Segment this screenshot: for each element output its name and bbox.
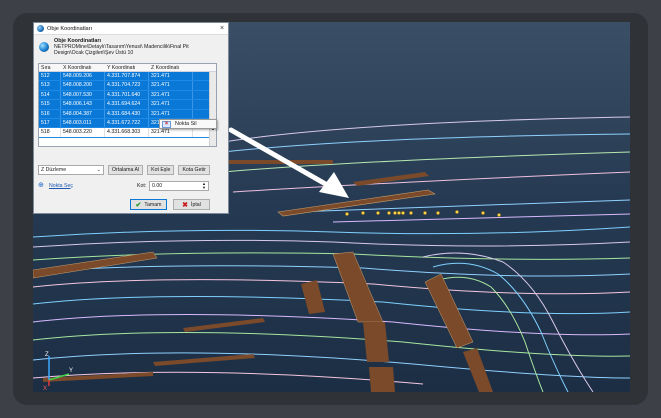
close-button[interactable]: ×: [216, 25, 228, 32]
cell-z: 321.471: [149, 128, 193, 137]
table-row[interactable]: 514 548.007.530 4.331.701.640 321.471: [39, 90, 216, 101]
pin-icon: ⊕: [38, 181, 44, 189]
cell-order: 513: [39, 81, 61, 90]
cancel-button[interactable]: ✖ İptal: [173, 199, 210, 210]
dialog-title: Obje Koordinatları: [47, 25, 93, 32]
column-header-z[interactable]: Z Koordinatı: [149, 64, 193, 71]
cell-order: 517: [39, 118, 61, 128]
column-header-order[interactable]: Sıra: [39, 64, 61, 71]
spinner-icon[interactable]: ▲ ▼: [202, 181, 206, 190]
axis-x-label: X: [43, 386, 47, 392]
app-icon: [37, 25, 44, 32]
cancel-icon: ✖: [182, 201, 189, 209]
cell-x: 548.003.220: [61, 128, 105, 137]
check-icon: ✔: [135, 201, 142, 209]
coordinates-table[interactable]: Sıra X Koordinatı Y Koordinatı Z Koordin…: [38, 63, 217, 147]
cell-y: 4.331.701.640: [105, 90, 149, 100]
controls-row-1: Z Düzleme ⌄ Ortalama Al Kot Eşle Kota Ge…: [38, 165, 228, 176]
cell-x: 548.006.143: [61, 100, 105, 109]
table-row[interactable]: 513 548.008.200 4.331.704.723 321.471: [39, 81, 216, 91]
cell-x: 548.009.206: [61, 72, 105, 81]
cell-y: 4.331.704.723: [105, 81, 149, 90]
table-header: Sıra X Koordinatı Y Koordinatı Z Koordin…: [39, 64, 216, 72]
plane-select[interactable]: Z Düzleme ⌄: [38, 165, 104, 175]
elevation-label: Kot:: [137, 182, 147, 189]
column-header-x[interactable]: X Koordinatı: [61, 64, 105, 71]
dialog-titlebar[interactable]: Obje Koordinatları ×: [34, 23, 228, 35]
3d-viewport[interactable]: Z Y X Obje Koordinatları × Obje Koordina…: [33, 22, 630, 392]
cell-z: 321.471: [149, 109, 193, 118]
table-row[interactable]: 518 548.003.220 4.331.668.303 321.471: [39, 128, 216, 138]
cell-z: 321.471: [149, 90, 193, 100]
equalize-elevation-button[interactable]: Kot Eşle: [147, 165, 175, 175]
object-coordinates-dialog: Obje Koordinatları × Obje Koordinatları …: [33, 22, 229, 214]
point-select-link[interactable]: Nokta Seç: [49, 183, 137, 189]
cell-order: 516: [39, 109, 61, 118]
delete-icon: ×: [162, 120, 171, 128]
cell-x: 548.008.200: [61, 81, 105, 90]
cancel-button-label: İptal: [191, 201, 201, 208]
table-scrollbar[interactable]: [209, 72, 216, 146]
column-header-y[interactable]: Y Koordinatı: [105, 64, 149, 71]
cell-y: 4.331.707.874: [105, 72, 149, 81]
dialog-header: Obje Koordinatları NETPROMine\Detaylı\Ta…: [34, 35, 228, 61]
plane-select-value: Z Düzleme: [41, 167, 67, 173]
elevation-input[interactable]: 0.00 ▲ ▼: [149, 180, 209, 191]
cell-y: 4.331.694.624: [105, 100, 149, 109]
get-elevation-button[interactable]: Kota Getir: [178, 165, 210, 175]
cell-z: 321.471: [149, 72, 193, 81]
cell-z: 321.471: [149, 100, 193, 109]
cell-x: 548.004.387: [61, 109, 105, 118]
table-row[interactable]: 515 548.006.143 4.331.694.624 321.471: [39, 100, 216, 110]
cell-order: 514: [39, 90, 61, 100]
cell-x: 548.007.530: [61, 90, 105, 100]
cell-y: 4.331.672.722: [105, 118, 149, 128]
ok-button[interactable]: ✔ Tamam: [130, 199, 167, 210]
dialog-actions: ✔ Tamam ✖ İptal: [130, 199, 210, 210]
cell-y: 4.331.684.430: [105, 109, 149, 118]
axis-z-label: Z: [45, 352, 49, 358]
cell-order: 515: [39, 100, 61, 109]
cell-z: 321.471: [149, 81, 193, 90]
context-menu-label: Nokta Sil: [175, 121, 197, 127]
table-row[interactable]: 512 548.009.206 4.331.707.874 321.471: [39, 72, 216, 82]
cell-order: 518: [39, 128, 61, 137]
cell-x: 548.003.011: [61, 118, 105, 128]
chevron-down-icon: ⌄: [96, 167, 101, 173]
average-button[interactable]: Ortalama Al: [108, 165, 144, 175]
elevation-value: 0.00: [152, 182, 163, 189]
cell-order: 512: [39, 72, 61, 81]
header-path-line-2: Design\Ocak Çizgileri\Şev Üstü 10: [54, 50, 134, 56]
table-row[interactable]: 516 548.004.387 4.331.684.430 321.471: [39, 109, 216, 119]
ok-button-label: Tamam: [144, 201, 162, 208]
controls-row-2: ⊕ Nokta Seç Kot: 0.00 ▲ ▼: [38, 180, 228, 191]
context-menu-delete-point[interactable]: × Nokta Sil: [159, 119, 217, 129]
axis-y-label: Y: [69, 368, 73, 374]
cell-y: 4.331.668.303: [105, 128, 149, 137]
globe-icon: [39, 42, 49, 52]
